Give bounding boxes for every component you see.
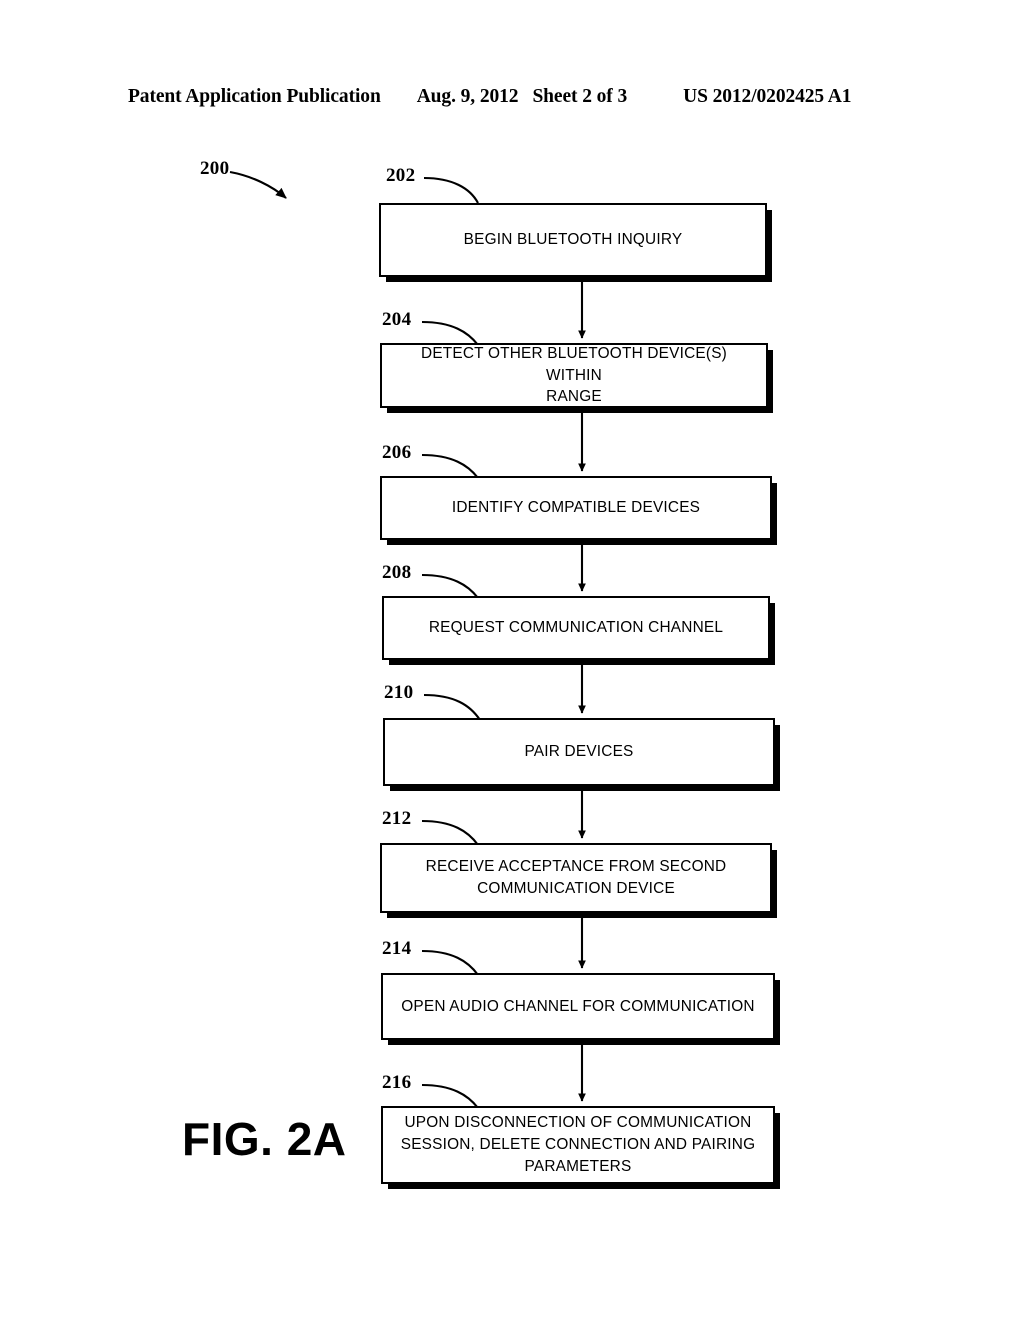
figure-caption: FIG. 2A <box>182 1113 347 1165</box>
ref-numeral-204: 204 <box>382 309 412 330</box>
header-sheet-label: Sheet 2 of 3 <box>532 86 628 107</box>
flow-node-202-label: BEGIN BLUETOOTH INQUIRY <box>463 231 683 249</box>
ref-numeral-208: 208 <box>382 562 412 583</box>
flow-node-208-label: REQUEST COMMUNICATION CHANNEL <box>428 619 724 637</box>
flow-node-210: PAIR DEVICES <box>383 718 775 786</box>
leader-line-204 <box>421 320 479 346</box>
ref-numeral-210: 210 <box>384 682 414 703</box>
ref-numeral-200: 200 <box>200 158 230 179</box>
leader-line-206 <box>421 453 479 479</box>
flow-node-214: OPEN AUDIO CHANNEL FOR COMMUNICATION <box>381 973 775 1040</box>
ref-numeral-206: 206 <box>382 442 412 463</box>
ref-numeral-202: 202 <box>386 165 416 186</box>
header-publication-label: Patent Application Publication <box>128 86 381 107</box>
diagram-ref-arrow <box>229 170 287 199</box>
flow-node-208: REQUEST COMMUNICATION CHANNEL <box>382 596 770 660</box>
page-header: Patent Application Publication Aug. 9, 2… <box>128 86 896 112</box>
flow-node-206-label: IDENTIFY COMPATIBLE DEVICES <box>451 499 701 517</box>
header-date-label: Aug. 9, 2012 <box>416 86 519 107</box>
flow-node-204-label: DETECT OTHER BLUETOOTH DEVICE(S) WITHIN … <box>421 344 727 406</box>
leader-line-216 <box>421 1083 479 1109</box>
flow-node-210-label: PAIR DEVICES <box>524 743 634 761</box>
leader-line-212 <box>421 819 479 846</box>
flow-node-212-label: RECEIVE ACCEPTANCE FROM SECOND COMMUNICA… <box>425 858 727 897</box>
header-patent-number: US 2012/0202425 A1 <box>683 86 852 107</box>
flow-node-202: BEGIN BLUETOOTH INQUIRY <box>379 203 767 277</box>
ref-numeral-212: 212 <box>382 808 412 829</box>
ref-numeral-214: 214 <box>382 938 412 959</box>
flow-node-206: IDENTIFY COMPATIBLE DEVICES <box>380 476 772 540</box>
leader-line-214 <box>421 949 479 976</box>
leader-line-210 <box>423 693 481 721</box>
ref-numeral-216: 216 <box>382 1072 412 1093</box>
flow-node-212: RECEIVE ACCEPTANCE FROM SECOND COMMUNICA… <box>380 843 772 913</box>
flow-node-214-label: OPEN AUDIO CHANNEL FOR COMMUNICATION <box>401 997 755 1015</box>
flow-node-204: DETECT OTHER BLUETOOTH DEVICE(S) WITHIN … <box>380 343 768 408</box>
flow-node-216-label: UPON DISCONNECTION OF COMMUNICATION SESS… <box>400 1114 756 1175</box>
leader-line-202 <box>423 176 479 204</box>
leader-line-208 <box>421 573 479 599</box>
flow-node-216: UPON DISCONNECTION OF COMMUNICATION SESS… <box>381 1106 775 1184</box>
